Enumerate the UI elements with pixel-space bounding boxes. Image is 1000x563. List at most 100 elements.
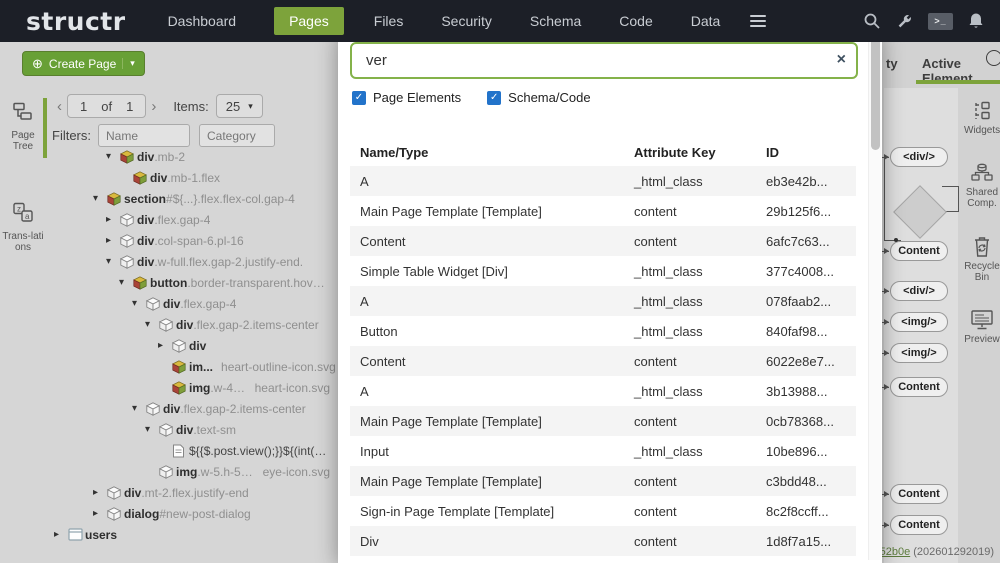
tree-row[interactable]: div.mb-1.flex bbox=[48, 167, 336, 188]
nav-item-dashboard[interactable]: Dashboard bbox=[168, 13, 237, 29]
tree-node-classes: .mt-2.flex.justify-end bbox=[141, 486, 248, 500]
expand-arrow-icon[interactable]: ▸ bbox=[93, 508, 107, 519]
tree-node-tag: div bbox=[124, 486, 141, 500]
search-icon[interactable] bbox=[863, 12, 881, 30]
next-page-button[interactable]: › bbox=[146, 98, 161, 115]
toolbar-shared-comp[interactable]: Shared Comp. bbox=[964, 162, 1000, 209]
result-row[interactable]: A_html_class3b13988... bbox=[350, 376, 856, 406]
result-id: 078faab2... bbox=[766, 294, 856, 309]
items-per-page-select[interactable]: 25 ▾ bbox=[216, 94, 263, 118]
chevron-down-icon[interactable]: ▾ bbox=[122, 58, 135, 69]
search-input[interactable] bbox=[350, 42, 858, 79]
tree-row[interactable]: img.w-5.h-5.inlin...eye-icon.svg bbox=[48, 461, 336, 482]
result-row[interactable]: Main Page Template [Template]content29b1… bbox=[350, 196, 856, 226]
flow-node-div[interactable]: <div/> bbox=[890, 281, 948, 301]
result-row[interactable]: Button_html_classfdc10b26... bbox=[350, 556, 856, 563]
result-attr-key: content bbox=[634, 354, 766, 369]
tree-row[interactable]: ▾div.mb-2 bbox=[48, 146, 336, 167]
create-page-button[interactable]: ⊕ Create Page ▾ bbox=[22, 51, 145, 76]
result-row[interactable]: Button_html_class840faf98... bbox=[350, 316, 856, 346]
tree-row[interactable]: ▾div.text-sm bbox=[48, 419, 336, 440]
result-id: 1d8f7a15... bbox=[766, 534, 856, 549]
result-row[interactable]: Contentcontent6022e8e7... bbox=[350, 346, 856, 376]
tree-row[interactable]: ▾section#${...}.flex.flex-col.gap-4 bbox=[48, 188, 336, 209]
tree-node-tag: div bbox=[163, 297, 180, 311]
expand-arrow-icon[interactable]: ▸ bbox=[106, 235, 120, 246]
flow-node-content[interactable]: Content bbox=[890, 515, 948, 535]
clear-search-icon[interactable]: × bbox=[837, 51, 846, 69]
expand-arrow-icon[interactable]: ▸ bbox=[106, 214, 120, 225]
wrench-icon[interactable] bbox=[896, 13, 913, 30]
collapse-arrow-icon[interactable]: ▾ bbox=[93, 193, 107, 204]
tree-row[interactable]: img.w-4.h-...heart-icon.svg bbox=[48, 377, 336, 398]
collapse-arrow-icon[interactable]: ▾ bbox=[145, 319, 159, 330]
tab-partial[interactable]: ty bbox=[886, 56, 898, 71]
tree-row[interactable]: im...heart-outline-icon.svg bbox=[48, 356, 336, 377]
filter-category-input[interactable] bbox=[199, 124, 275, 147]
toolbar-widgets[interactable]: Widgets bbox=[964, 100, 1000, 136]
nav-item-data[interactable]: Data bbox=[691, 13, 721, 29]
flow-node-content[interactable]: Content bbox=[890, 241, 948, 261]
tree-row[interactable]: ▾button.border-transparent.hover:b... bbox=[48, 272, 336, 293]
filter-name-input[interactable] bbox=[98, 124, 190, 147]
collapse-arrow-icon[interactable]: ▾ bbox=[132, 403, 146, 414]
nav-item-code[interactable]: Code bbox=[619, 13, 652, 29]
expand-arrow-icon[interactable]: ▸ bbox=[54, 529, 68, 540]
result-row[interactable]: Main Page Template [Template]contentc3bd… bbox=[350, 466, 856, 496]
checkbox-schema-code[interactable]: ✓ Schema/Code bbox=[487, 90, 590, 105]
collapse-arrow-icon[interactable]: ▾ bbox=[132, 298, 146, 309]
flow-node-content[interactable]: Content bbox=[890, 377, 948, 397]
cube-outline-icon bbox=[146, 402, 163, 416]
expand-arrow-icon[interactable]: ▸ bbox=[93, 487, 107, 498]
collapse-arrow-icon[interactable]: ▾ bbox=[106, 151, 120, 162]
tree-row[interactable]: ▸ div.mt-2.flex.justify-end bbox=[48, 482, 336, 503]
tree-row[interactable]: ▸div bbox=[48, 335, 336, 356]
page-indicator[interactable]: 1 of 1 bbox=[67, 94, 146, 118]
tree-row[interactable]: ▸dialog#new-post-dialog bbox=[48, 503, 336, 524]
tree-row[interactable]: ▾div.w-full.flex.gap-2.justify-end. bbox=[48, 251, 336, 272]
toolbar-preview[interactable]: Preview bbox=[964, 309, 1000, 345]
result-row[interactable]: Simple Table Widget [Div]_html_class377c… bbox=[350, 256, 856, 286]
tree-row[interactable]: ▸div.col-span-6.pl-16 bbox=[48, 230, 336, 251]
expand-arrow-icon[interactable]: ▸ bbox=[158, 340, 172, 351]
flow-node-div[interactable]: <div/> bbox=[890, 147, 948, 167]
result-row[interactable]: A_html_class078faab2... bbox=[350, 286, 856, 316]
result-row[interactable]: Sign-in Page Template [Template]content8… bbox=[350, 496, 856, 526]
rail-tab-translations[interactable]: za Trans-lations bbox=[0, 202, 46, 253]
flow-node-img[interactable]: <img/> bbox=[890, 343, 948, 363]
rail-tab-page-tree[interactable]: Page Tree bbox=[0, 102, 46, 152]
nav-item-schema[interactable]: Schema bbox=[530, 13, 581, 29]
nav-item-security[interactable]: Security bbox=[441, 13, 492, 29]
terminal-icon[interactable]: >_ bbox=[928, 13, 953, 30]
scrollbar-thumb[interactable] bbox=[871, 38, 880, 150]
more-menu-icon[interactable] bbox=[750, 15, 766, 27]
collapse-arrow-icon[interactable]: ▾ bbox=[106, 256, 120, 267]
bell-icon[interactable] bbox=[968, 12, 984, 30]
result-row[interactable]: Input_html_class10be896... bbox=[350, 436, 856, 466]
collapse-arrow-icon[interactable]: ▾ bbox=[119, 277, 133, 288]
tree-row[interactable]: ▾div.flex.gap-2.items-center bbox=[48, 314, 336, 335]
tree-node-tag: div bbox=[176, 423, 193, 437]
result-row[interactable]: Divcontent1d8f7a15... bbox=[350, 526, 856, 556]
tree-row[interactable]: ▸users bbox=[48, 524, 336, 545]
build-link[interactable]: 52b0e bbox=[880, 546, 911, 558]
result-attr-key: content bbox=[634, 234, 766, 249]
tree-row[interactable]: ▾div.flex.gap-4 bbox=[48, 293, 336, 314]
collapse-arrow-icon[interactable]: ▾ bbox=[145, 424, 159, 435]
nav-item-pages[interactable]: Pages bbox=[274, 7, 344, 35]
nav-item-files[interactable]: Files bbox=[374, 13, 404, 29]
checkbox-page-elements[interactable]: ✓ Page Elements bbox=[352, 90, 461, 105]
flow-node-img[interactable]: <img/> bbox=[890, 312, 948, 332]
cube-outline-icon bbox=[159, 318, 176, 332]
result-row[interactable]: Main Page Template [Template]content0cb7… bbox=[350, 406, 856, 436]
toolbar-recycle-bin[interactable]: Recycle Bin bbox=[964, 235, 1000, 283]
of-label: of bbox=[101, 99, 112, 114]
prev-page-button[interactable]: ‹ bbox=[52, 98, 67, 115]
tree-row[interactable]: ▾div.flex.gap-2.items-center bbox=[48, 398, 336, 419]
flow-node-content[interactable]: Content bbox=[890, 484, 948, 504]
refresh-icon[interactable] bbox=[986, 50, 1000, 66]
tree-row[interactable]: ${{$.post.view();}}${(int(add(size... bbox=[48, 440, 336, 461]
result-row[interactable]: Contentcontent6afc7c63... bbox=[350, 226, 856, 256]
result-row[interactable]: A_html_classeb3e42b... bbox=[350, 166, 856, 196]
tree-row[interactable]: ▸div.flex.gap-4 bbox=[48, 209, 336, 230]
